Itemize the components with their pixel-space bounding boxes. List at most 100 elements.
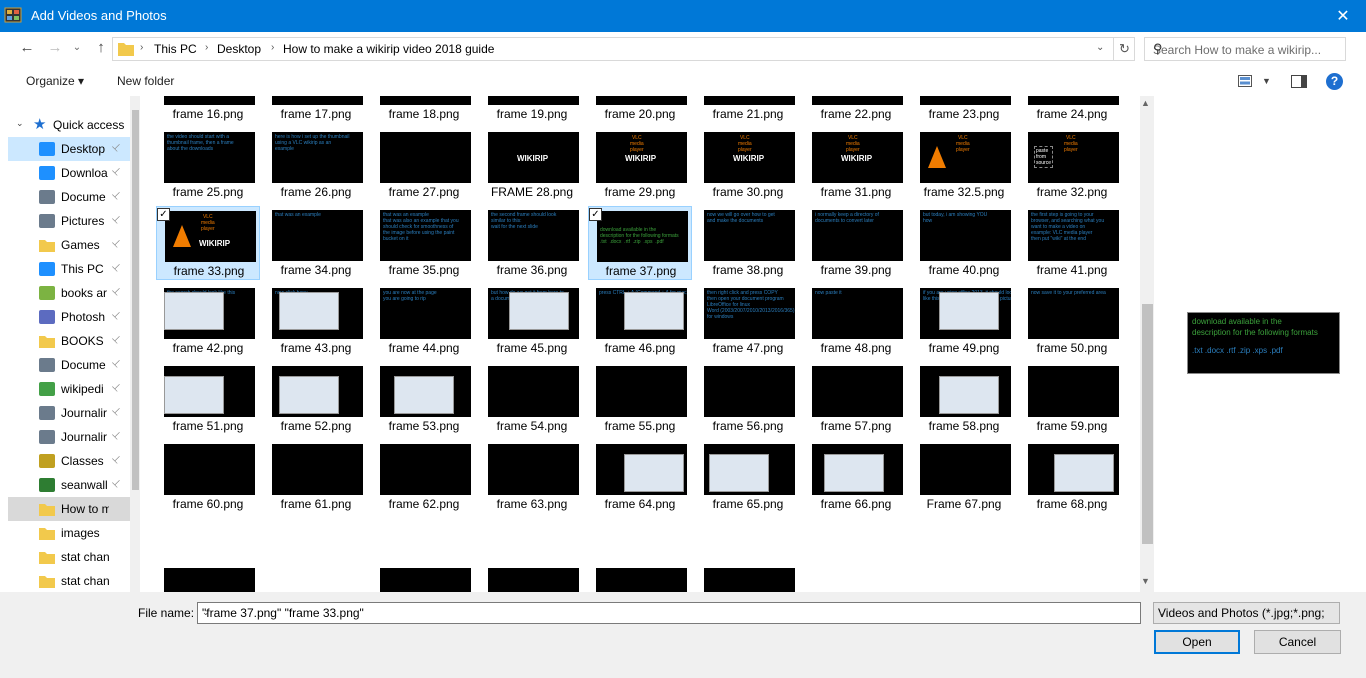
file-item[interactable]: download available in the description fo… <box>588 206 692 280</box>
file-item[interactable]: frame 64.png <box>588 440 692 514</box>
sidebar-item[interactable]: stat channe <box>8 569 130 593</box>
file-item[interactable]: frame 18.png <box>372 96 476 124</box>
file-item[interactable]: frame 16.png <box>156 96 260 124</box>
file-item[interactable]: frame 52.png <box>264 362 368 436</box>
file-item[interactable]: frame 55.png <box>588 362 692 436</box>
file-item[interactable]: VLC media player paste from source frame 3… <box>1020 128 1124 202</box>
view-options-icon[interactable] <box>1238 75 1252 87</box>
selection-checkbox[interactable]: ✓ <box>157 208 170 221</box>
file-item[interactable]: Frame 67.png <box>912 440 1016 514</box>
file-thumbnail[interactable] <box>488 568 579 592</box>
sidebar-item[interactable]: Docume ⊥ <box>8 185 130 209</box>
file-item[interactable]: the video should start with a thumbnail … <box>156 128 260 202</box>
file-item[interactable]: now paste it frame 48.png <box>804 284 908 358</box>
cancel-button[interactable]: Cancel <box>1254 630 1341 654</box>
file-type-select[interactable]: Videos and Photos (*.jpg;*.png; ⌄ <box>1153 602 1340 624</box>
file-item[interactable]: frame 17.png <box>264 96 368 124</box>
file-item[interactable]: VLC media player WIKIRIP frame 29.png <box>588 128 692 202</box>
file-item[interactable]: frame 54.png <box>480 362 584 436</box>
file-item[interactable]: i normally keep a directory of documents… <box>804 206 908 280</box>
back-button[interactable]: ← <box>16 38 38 58</box>
sidebar-item[interactable]: Docume ⊥ <box>8 353 130 377</box>
recent-locations-button[interactable]: ⌄ <box>66 38 88 58</box>
file-item[interactable]: now click here: frame 43.png <box>264 284 368 358</box>
sidebar-item[interactable]: books ar ⊥ <box>8 281 130 305</box>
file-item[interactable]: frame 66.png <box>804 440 908 514</box>
file-item[interactable]: frame 57.png <box>804 362 908 436</box>
file-item[interactable]: frame 65.png <box>696 440 800 514</box>
file-name-input[interactable]: "frame 37.png" "frame 33.png" ⌄ <box>197 602 1141 624</box>
file-item[interactable]: VLC media player WIKIRIP frame 30.png <box>696 128 800 202</box>
search-input[interactable]: Search How to make a wikirip... ⚲ <box>1144 37 1346 61</box>
chevron-down-icon[interactable]: ⌄ <box>1158 607 1326 618</box>
file-item[interactable]: VLC media player WIKIRIP frame 31.png <box>804 128 908 202</box>
sidebar-item[interactable]: This PC ⊥ <box>8 257 130 281</box>
sidebar-item[interactable]: Games ⊥ <box>8 233 130 257</box>
file-item[interactable]: then right click and press COPY then ope… <box>696 284 800 358</box>
file-item[interactable]: press CTRL + A (Command + A for mac) fram… <box>588 284 692 358</box>
file-thumbnail[interactable] <box>380 568 471 592</box>
file-item[interactable]: you are now at the page you are going to… <box>372 284 476 358</box>
sidebar-item[interactable]: Journalir ⊥ <box>8 401 130 425</box>
file-item[interactable]: if you are using office 2013, it should … <box>912 284 1016 358</box>
file-item[interactable]: frame 23.png <box>912 96 1016 124</box>
file-list-scrollbar[interactable]: ▲ ▼ <box>1140 96 1154 592</box>
breadcrumb-this-pc[interactable]: This PC <box>154 42 197 56</box>
file-item[interactable]: frame 61.png <box>264 440 368 514</box>
sidebar-item[interactable]: Journalir ⊥ <box>8 425 130 449</box>
file-item[interactable]: frame 68.png <box>1020 440 1124 514</box>
file-thumbnail[interactable] <box>596 568 687 592</box>
file-item[interactable]: VLC media player frame 32.5.png <box>912 128 1016 202</box>
chevron-expand-icon[interactable]: ⌄ <box>16 118 24 129</box>
selection-checkbox[interactable]: ✓ <box>589 208 602 221</box>
file-item[interactable]: WIKIRIP FRAME 28.png <box>480 128 584 202</box>
address-dropdown-icon[interactable]: ⌄ <box>1096 42 1104 53</box>
sidebar-item[interactable]: wikipedi ⊥ <box>8 377 130 401</box>
up-button[interactable]: ↑ <box>90 38 112 58</box>
sidebar-item[interactable]: Pictures ⊥ <box>8 209 130 233</box>
help-button[interactable]: ? <box>1326 73 1343 90</box>
preview-pane-icon[interactable] <box>1291 75 1307 88</box>
file-item[interactable]: frame 20.png <box>588 96 692 124</box>
view-menu-chevron-icon[interactable]: ▼ <box>1262 76 1271 86</box>
sidebar-item[interactable]: seanwall ⊥ <box>8 473 130 497</box>
refresh-button[interactable]: ↻ <box>1113 38 1135 60</box>
sidebar-item[interactable]: Downloa ⊥ <box>8 161 130 185</box>
file-item[interactable]: frame 51.png <box>156 362 260 436</box>
file-thumbnail[interactable] <box>164 568 255 592</box>
file-thumbnail[interactable] <box>704 568 795 592</box>
sidebar-item[interactable]: images <box>8 521 130 545</box>
new-folder-button[interactable]: New folder <box>117 74 174 88</box>
file-item[interactable]: the second frame should look similar to … <box>480 206 584 280</box>
file-item[interactable]: frame 22.png <box>804 96 908 124</box>
file-item[interactable]: frame 53.png <box>372 362 476 436</box>
file-item[interactable]: that was an example that was also an exa… <box>372 206 476 280</box>
close-button[interactable]: ✕ <box>1320 0 1366 32</box>
open-button[interactable]: Open <box>1154 630 1240 654</box>
file-item[interactable]: frame 27.png <box>372 128 476 202</box>
organize-button[interactable]: Organize ▾ <box>26 74 84 88</box>
file-item[interactable]: the first step is going to your browser,… <box>1020 206 1124 280</box>
sidebar-item[interactable]: Photosh ⊥ <box>8 305 130 329</box>
quick-access-item[interactable]: ⌄ ★ Quick access <box>8 113 130 137</box>
sidebar-item[interactable]: How to mak <box>8 497 130 521</box>
file-item[interactable]: frame 58.png <box>912 362 1016 436</box>
scroll-up-icon[interactable]: ▲ <box>1141 98 1150 108</box>
chevron-down-icon[interactable]: ⌄ <box>202 607 1136 618</box>
breadcrumb-desktop[interactable]: Desktop <box>217 42 261 56</box>
file-item[interactable]: the search should look like this frame 42… <box>156 284 260 358</box>
file-item[interactable]: now we will go over how to get and make … <box>696 206 800 280</box>
sidebar-item[interactable]: Desktop ⊥ <box>8 137 130 161</box>
sidebar-item[interactable]: stat channe <box>8 545 130 569</box>
sidebar-item[interactable]: Classes ⊥ <box>8 449 130 473</box>
address-bar[interactable]: › This PC › Desktop › How to make a wiki… <box>112 37 1135 61</box>
file-item[interactable]: but how do we get it from here to a docu… <box>480 284 584 358</box>
scroll-down-icon[interactable]: ▼ <box>1141 576 1150 586</box>
file-item[interactable]: frame 60.png <box>156 440 260 514</box>
file-list-scrollbar-thumb[interactable] <box>1142 304 1153 544</box>
file-item[interactable]: but today, i am showing YOU how frame 40.… <box>912 206 1016 280</box>
file-item[interactable]: frame 19.png <box>480 96 584 124</box>
breadcrumb-current-folder[interactable]: How to make a wikirip video 2018 guide <box>283 42 494 56</box>
nav-scrollbar[interactable] <box>130 96 140 592</box>
nav-scrollbar-thumb[interactable] <box>132 110 139 490</box>
